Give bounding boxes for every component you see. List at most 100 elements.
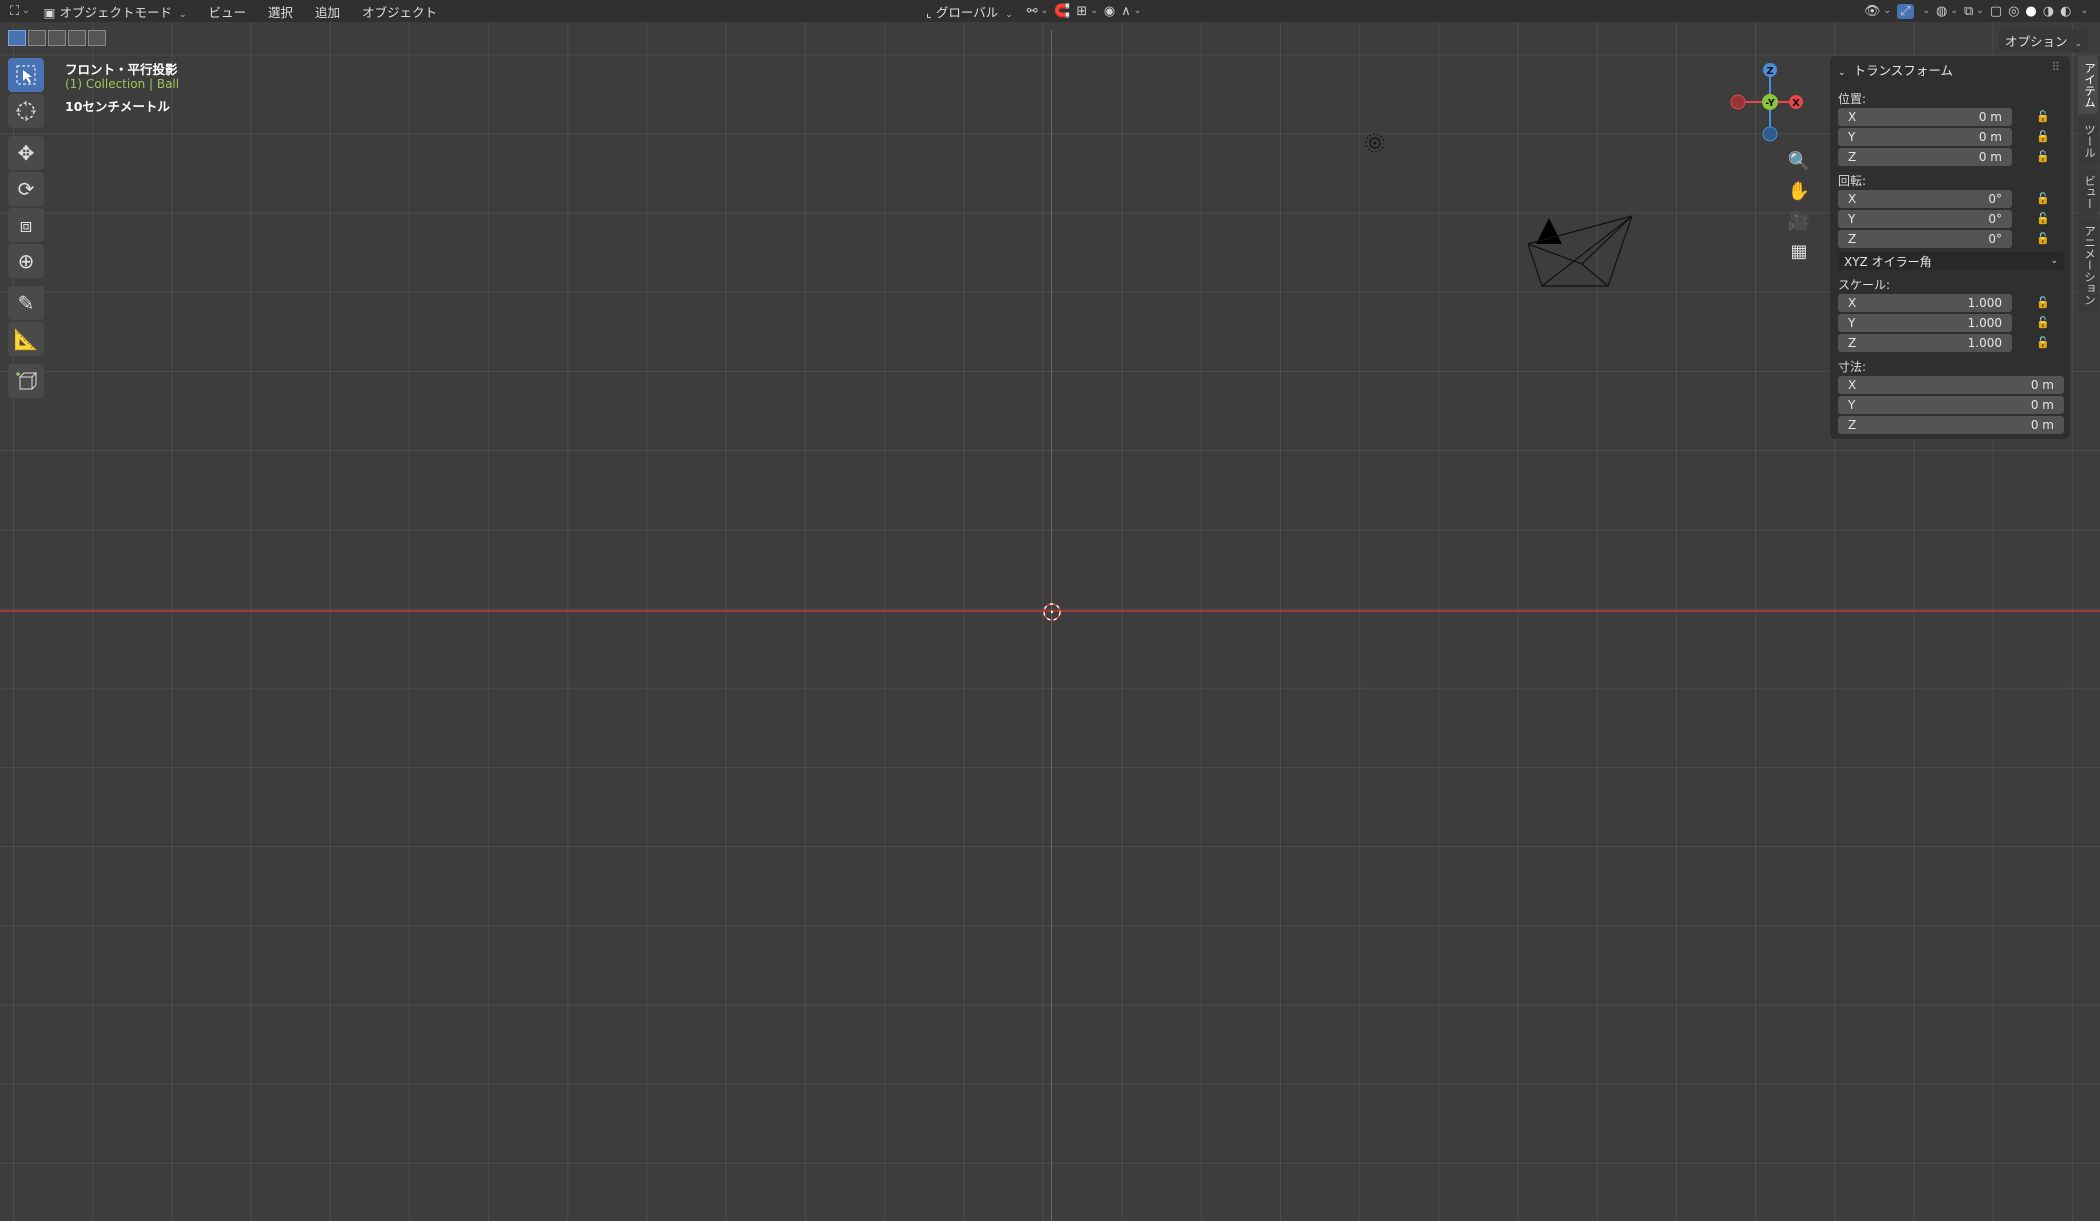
cursor-arrow-icon — [16, 65, 36, 85]
transform-tool[interactable]: ⊕ — [8, 244, 44, 278]
axis-label: Y — [1848, 316, 1856, 330]
lock-icon[interactable]: 🔓 — [2036, 150, 2050, 163]
visibility-icon[interactable]: 👁 ⌄ — [1864, 4, 1891, 19]
transform-panel-header[interactable]: ⌄ トランスフォーム — [1838, 60, 1953, 79]
editor-type-icon[interactable]: ⛶ ⌄ — [10, 4, 30, 19]
lock-icon[interactable]: 🔓 — [2036, 212, 2050, 225]
transform-orientation-selector[interactable]: ⌞ グローバル ⌄ — [918, 1, 1021, 22]
menu-select[interactable]: 選択 — [260, 1, 301, 22]
lock-icon[interactable]: 🔓 — [2036, 192, 2050, 205]
scale-y-field[interactable]: Y 1.000 — [1838, 314, 2012, 332]
rotation-x-field[interactable]: X 0° — [1838, 190, 2012, 208]
rotation-mode-dropdown[interactable]: XYZ オイラー角 ⌄ — [1838, 252, 2064, 270]
add-cube-tool[interactable] — [8, 364, 44, 398]
tab-animation[interactable]: アニメーション — [2078, 219, 2098, 312]
rotate-tool[interactable]: ⟳ — [8, 172, 44, 206]
axis-label: X — [1848, 296, 1857, 310]
dimensions-x-field[interactable]: X 0 m — [1838, 376, 2064, 394]
options-button[interactable]: オプション ⌄ — [1998, 29, 2088, 52]
lock-icon[interactable]: 🔓 — [2036, 232, 2050, 245]
location-z-field[interactable]: Z 0 m — [1838, 148, 2012, 166]
overlay-toggle-icon[interactable]: ◍ ⌄ — [1936, 4, 1958, 19]
menu-object[interactable]: オブジェクト — [354, 1, 445, 22]
gizmo-z-negative[interactable] — [1762, 126, 1778, 142]
rotate-icon: ⟳ — [17, 177, 35, 201]
toggle-xray-icon[interactable]: ▢ — [1990, 4, 2002, 19]
field-value: 0° — [1988, 192, 2002, 206]
navigation-gizmo[interactable]: Z X -Y — [1726, 60, 1814, 146]
axis-label: Y — [1848, 398, 1856, 412]
rotation-y-field[interactable]: Y 0° — [1838, 210, 2012, 228]
dimensions-y-field[interactable]: Y 0 m — [1838, 396, 2064, 414]
select-box-tool[interactable] — [8, 58, 44, 92]
select-intersect-icon[interactable] — [88, 30, 106, 46]
select-new-icon[interactable] — [8, 30, 26, 46]
snap-icon[interactable]: 🧲 — [1054, 4, 1070, 19]
falloff-icon[interactable]: ∧ ⌄ — [1121, 4, 1141, 19]
camera-view-icon[interactable]: 🎥 — [1784, 208, 1814, 234]
dimensions-z-field[interactable]: Z 0 m — [1838, 416, 2064, 434]
rendered-shading-icon[interactable]: ◐ — [2060, 4, 2071, 19]
location-x-field[interactable]: X 0 m — [1838, 108, 2012, 126]
lock-icon[interactable]: 🔓 — [2036, 110, 2050, 123]
lock-icon[interactable]: 🔓 — [2036, 316, 2050, 329]
shading-options-icon[interactable]: ⌄ — [2077, 6, 2088, 16]
axis-label: X — [1848, 378, 1857, 392]
rotation-z-field[interactable]: Z 0° — [1838, 230, 2012, 248]
sidebar-item-panel: ⌄ トランスフォーム ⠿ 位置: X 0 m 🔓 Y 0 m 🔓 Z 0 m 🔓 回転… — [1830, 56, 2070, 439]
scale-tool[interactable]: ⧈ — [8, 208, 44, 242]
scale-icon: ⧈ — [19, 213, 33, 237]
z-axis-line — [1051, 30, 1052, 1221]
scale-x-field[interactable]: X 1.000 — [1838, 294, 2012, 312]
field-value: 1.000 — [1967, 296, 2002, 310]
transform-title: トランスフォーム — [1853, 63, 1953, 78]
gizmo-x-negative[interactable] — [1730, 94, 1746, 110]
light-object-icon[interactable] — [1362, 130, 1388, 156]
camera-object-icon[interactable] — [1526, 212, 1638, 290]
tab-tool[interactable]: ツール — [2078, 118, 2098, 165]
viewport-header: ⛶ ⌄ ▣ オブジェクトモード ⌄ ビュー 選択 追加 オブジェクト ⌞ グローバ… — [0, 0, 2100, 22]
field-value: 0 m — [2030, 418, 2054, 432]
material-shading-icon[interactable]: ◑ — [2043, 4, 2054, 19]
tab-item[interactable]: アイテム — [2078, 56, 2098, 114]
tool-settings-bar: オプション ⌄ — [0, 26, 2100, 52]
cursor-tool[interactable] — [8, 94, 44, 128]
add-cube-icon — [16, 372, 37, 390]
select-extend-icon[interactable] — [28, 30, 46, 46]
scale-z-field[interactable]: Z 1.000 — [1838, 334, 2012, 352]
axis-label: Z — [1848, 336, 1857, 350]
move-tool[interactable]: ✥ — [8, 136, 44, 170]
proportional-editing-icon[interactable]: ◉ — [1104, 4, 1115, 19]
lock-icon[interactable]: 🔓 — [2036, 336, 2050, 349]
lock-icon[interactable]: 🔓 — [2036, 296, 2050, 309]
toggle-perspective-grid-icon[interactable]: ▦ — [1784, 238, 1814, 264]
drag-handle-icon[interactable]: ⠿ — [2051, 60, 2060, 74]
gizmo-options-icon[interactable]: ⌄ — [1920, 6, 1931, 16]
tab-view[interactable]: ビュー — [2078, 168, 2098, 215]
rotation-mode-value: XYZ オイラー角 — [1844, 254, 1932, 269]
axis-label: X — [1848, 192, 1857, 206]
location-y-field[interactable]: Y 0 m — [1838, 128, 2012, 146]
wireframe-shading-icon[interactable]: ◎ — [2008, 4, 2019, 19]
annotate-tool[interactable]: ✎ — [8, 286, 44, 320]
measure-tool[interactable]: 📐 — [8, 322, 44, 356]
snap-target-icon[interactable]: ⊞ ⌄ — [1076, 4, 1097, 19]
mode-selector[interactable]: ▣ オブジェクトモード ⌄ — [36, 1, 195, 22]
xray-icon[interactable]: ⧉ ⌄ — [1964, 4, 1984, 19]
solid-shading-icon[interactable]: ● — [2025, 4, 2036, 19]
pan-hand-icon[interactable]: ✋ — [1784, 178, 1814, 204]
select-subtract-icon[interactable] — [48, 30, 66, 46]
menu-view[interactable]: ビュー — [201, 1, 255, 22]
field-value: 0° — [1988, 212, 2002, 226]
pivot-point-icon[interactable]: ⚯ ⌄ — [1027, 4, 1048, 19]
sidebar-tabs: アイテム ツール ビュー アニメーション — [2078, 56, 2098, 316]
select-invert-icon[interactable] — [68, 30, 86, 46]
3d-cursor-icon[interactable] — [1040, 600, 1064, 624]
lock-icon[interactable]: 🔓 — [2036, 130, 2050, 143]
axis-label: Y — [1848, 130, 1856, 144]
field-value: 0 m — [1978, 110, 2002, 124]
axis-label: Y — [1848, 212, 1856, 226]
menu-add[interactable]: 追加 — [307, 1, 348, 22]
gizmo-toggle-icon[interactable]: ⤢ — [1897, 3, 1914, 19]
zoom-icon[interactable]: 🔍 — [1784, 148, 1814, 174]
